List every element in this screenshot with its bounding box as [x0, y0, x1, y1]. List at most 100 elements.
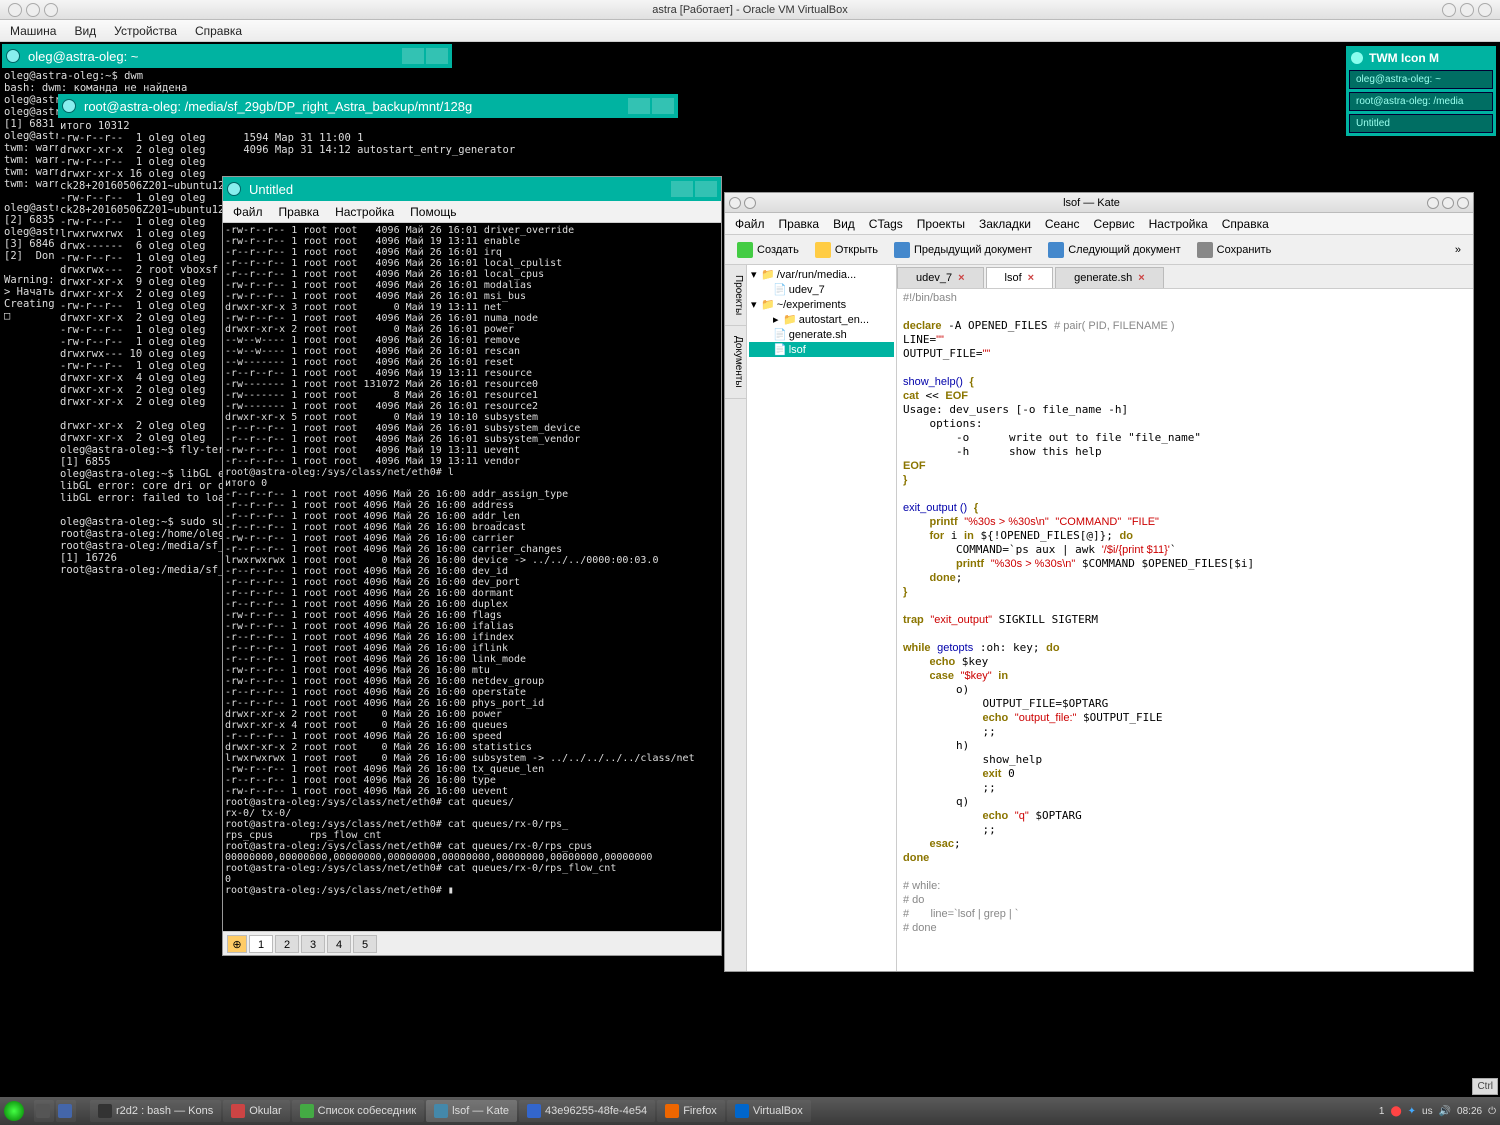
twm-icon-manager[interactable]: TWM Icon M oleg@astra-oleg: ~ root@astra… — [1346, 46, 1496, 136]
max-icon[interactable] — [426, 48, 448, 64]
konsole-menu[interactable]: Файл Правка Настройка Помощь — [223, 201, 721, 223]
twm-title[interactable]: TWM Icon M — [1349, 49, 1493, 67]
menu-edit[interactable]: Правка — [779, 217, 820, 231]
side-documents[interactable]: Документы — [725, 326, 746, 399]
menu-machine[interactable]: Машина — [10, 24, 56, 38]
tab-generate[interactable]: generate.sh× — [1055, 267, 1164, 288]
menu-edit[interactable]: Правка — [279, 205, 320, 219]
menu-ctags[interactable]: CTags — [869, 217, 903, 231]
kate-tabs[interactable]: udev_7× lsof× generate.sh× — [897, 265, 1473, 289]
tree-folder[interactable]: ▸📁 autostart_en... — [749, 312, 894, 327]
kate-tree[interactable]: ▾📁 /var/run/media... 📄 udev_7 ▾📁 ~/exper… — [747, 265, 897, 971]
menu-file[interactable]: Файл — [233, 205, 263, 219]
show-desktop-icon[interactable] — [56, 1100, 76, 1122]
taskbar-item[interactable]: r2d2 : bash — Kons — [90, 1100, 221, 1122]
open-button[interactable]: Открыть — [809, 239, 884, 261]
start-button[interactable] — [4, 1101, 24, 1121]
menu-help[interactable]: Помощь — [410, 205, 456, 219]
win-max-icon[interactable] — [1460, 3, 1474, 17]
menu-view[interactable]: Вид — [833, 217, 855, 231]
konsole-titlebar[interactable]: Untitled — [223, 177, 721, 201]
kate-editor[interactable]: #!/bin/bash declare -A OPENED_FILES # pa… — [897, 289, 1473, 971]
menu-tools[interactable]: Сервис — [1094, 217, 1135, 231]
taskbar-item[interactable]: lsof — Kate — [426, 1100, 517, 1122]
konsole-output[interactable]: -rw-r--r-- 1 root root 4096 Май 26 16:01… — [223, 223, 721, 931]
taskbar-item[interactable]: 43e96255-48fe-4e54 — [519, 1100, 655, 1122]
kate-toolbar[interactable]: Создать Открыть Предыдущий документ След… — [725, 235, 1473, 265]
tray-icon[interactable]: ⬤ — [1390, 1106, 1401, 1117]
tab-lsof[interactable]: lsof× — [986, 267, 1054, 288]
new-tab-icon[interactable]: ⊕ — [227, 935, 247, 953]
clock[interactable]: 08:26 — [1457, 1106, 1482, 1117]
close-icon[interactable] — [8, 3, 22, 17]
side-projects[interactable]: Проекты — [725, 265, 746, 326]
menu-projects[interactable]: Проекты — [917, 217, 965, 231]
close-icon[interactable] — [729, 197, 741, 209]
min-icon[interactable] — [671, 181, 693, 197]
tab-udev[interactable]: udev_7× — [897, 267, 984, 288]
win-max-icon[interactable] — [1442, 197, 1454, 209]
win-min-icon[interactable] — [1442, 3, 1456, 17]
tree-file-active[interactable]: 📄 lsof — [749, 342, 894, 357]
tray-icon[interactable]: ✦ — [1408, 1106, 1416, 1117]
taskbar-item[interactable]: Okular — [223, 1100, 289, 1122]
tree-file[interactable]: 📄 generate.sh — [749, 327, 894, 342]
twm-item[interactable]: Untitled — [1349, 114, 1493, 133]
taskbar-item[interactable]: Список собеседник — [292, 1100, 425, 1122]
win-min-icon[interactable] — [1427, 197, 1439, 209]
new-button[interactable]: Создать — [731, 239, 805, 261]
konsole-tabs[interactable]: ⊕ 1 2 3 4 5 — [223, 931, 721, 955]
kate-menu[interactable]: Файл Правка Вид CTags Проекты Закладки С… — [725, 213, 1473, 235]
tree-file[interactable]: 📄 udev_7 — [749, 282, 894, 297]
taskbar-item[interactable]: Firefox — [657, 1100, 725, 1122]
close-icon[interactable]: × — [1028, 272, 1034, 284]
close-icon[interactable]: × — [1138, 272, 1144, 284]
tree-folder[interactable]: ▾📁 /var/run/media... — [749, 267, 894, 282]
session-icon[interactable]: ⏻ — [1488, 1106, 1496, 1117]
vbox-menu[interactable]: Машина Вид Устройства Справка — [0, 20, 1500, 42]
prev-doc-button[interactable]: Предыдущий документ — [888, 239, 1038, 261]
tab-3[interactable]: 3 — [301, 935, 325, 953]
tab-2[interactable]: 2 — [275, 935, 299, 953]
kate-titlebar[interactable]: lsof — Kate — [725, 193, 1473, 213]
more-icon[interactable]: » — [1449, 241, 1467, 259]
menu-help[interactable]: Справка — [195, 24, 242, 38]
keyboard-layout[interactable]: us — [1422, 1106, 1433, 1117]
close-icon[interactable]: × — [958, 272, 964, 284]
max-icon[interactable] — [695, 181, 717, 197]
tree-folder[interactable]: ▾📁 ~/experiments — [749, 297, 894, 312]
twm-item[interactable]: oleg@astra-oleg: ~ — [1349, 70, 1493, 89]
max-icon[interactable] — [652, 98, 674, 114]
kate-side-tabs[interactable]: Проекты Документы — [725, 265, 747, 971]
system-tray[interactable]: 1 ⬤ ✦ us 🔊 08:26 ⏻ — [1379, 1106, 1496, 1117]
menu-view[interactable]: Вид — [74, 24, 96, 38]
min-icon[interactable] — [402, 48, 424, 64]
menu-bookmarks[interactable]: Закладки — [979, 217, 1031, 231]
terminal-1-titlebar[interactable]: oleg@astra-oleg: ~ — [2, 44, 452, 68]
next-doc-button[interactable]: Следующий документ — [1042, 239, 1186, 261]
menu-file[interactable]: Файл — [735, 217, 765, 231]
max-icon[interactable] — [44, 3, 58, 17]
menu-session[interactable]: Сеанс — [1045, 217, 1080, 231]
win-close-icon[interactable] — [1478, 3, 1492, 17]
min-icon[interactable] — [628, 98, 650, 114]
menu-settings[interactable]: Настройка — [335, 205, 394, 219]
tab-1[interactable]: 1 — [249, 935, 273, 953]
volume-icon[interactable]: 🔊 — [1439, 1106, 1451, 1117]
tab-4[interactable]: 4 — [327, 935, 351, 953]
min-icon[interactable] — [26, 3, 40, 17]
save-button[interactable]: Сохранить — [1191, 239, 1278, 261]
win-close-icon[interactable] — [1457, 197, 1469, 209]
menu-devices[interactable]: Устройства — [114, 24, 177, 38]
kate-window[interactable]: lsof — Kate Файл Правка Вид CTags Проект… — [724, 192, 1474, 972]
konsole-window[interactable]: Untitled Файл Правка Настройка Помощь -r… — [222, 176, 722, 956]
menu-settings[interactable]: Настройка — [1149, 217, 1208, 231]
menu-help[interactable]: Справка — [1222, 217, 1269, 231]
host-taskbar[interactable]: r2d2 : bash — KonsOkularСписок собеседни… — [0, 1097, 1500, 1125]
terminal-2-titlebar[interactable]: root@astra-oleg: /media/sf_29gb/DP_right… — [58, 94, 678, 118]
taskbar-item[interactable]: VirtualBox — [727, 1100, 811, 1122]
tab-5[interactable]: 5 — [353, 935, 377, 953]
pager-icon[interactable] — [34, 1100, 54, 1122]
twm-item[interactable]: root@astra-oleg: /media — [1349, 92, 1493, 111]
max-icon[interactable] — [744, 197, 756, 209]
